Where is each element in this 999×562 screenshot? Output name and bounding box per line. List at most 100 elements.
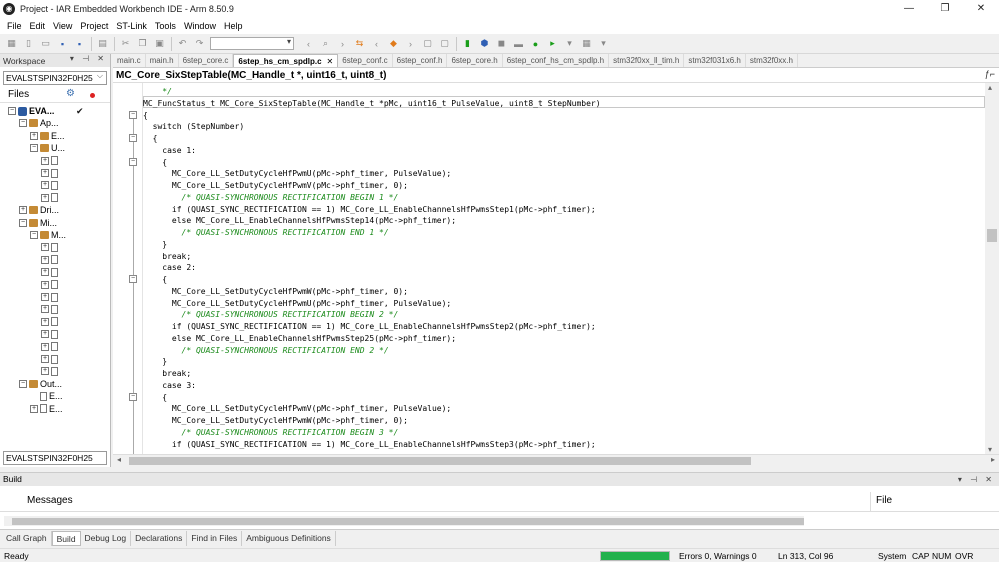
tree-node[interactable]: + — [41, 179, 60, 191]
file-column-header[interactable]: File — [876, 495, 892, 506]
nav-back-icon[interactable]: ‹ — [302, 37, 315, 50]
bottom-tab-declarations[interactable]: Declarations — [131, 530, 188, 546]
print-icon[interactable]: ▤ — [96, 37, 109, 50]
find-icon[interactable]: ⌕ — [319, 37, 332, 50]
function-navigator[interactable]: MC_Core_SixStepTable(MC_Handle_t *, uint… — [113, 68, 999, 83]
code-line[interactable]: { — [143, 133, 158, 145]
code-line[interactable]: case 3: — [143, 380, 196, 392]
code-line[interactable]: case 2: — [143, 262, 196, 274]
make-icon[interactable]: ⬢ — [478, 37, 491, 50]
scroll-up-icon[interactable]: ▴ — [988, 83, 992, 92]
expand-icon[interactable]: + — [41, 330, 49, 339]
tree-node[interactable]: − Ap... — [19, 117, 59, 129]
vertical-scroll-thumb[interactable] — [987, 229, 997, 242]
tree-node[interactable]: + — [41, 291, 60, 303]
fold-toggle-icon[interactable]: − — [129, 110, 137, 119]
tree-node[interactable]: + — [41, 353, 60, 365]
tab-file[interactable]: stm32f0xx_ll_tim.h — [609, 54, 685, 67]
nav-forward-icon[interactable]: › — [336, 37, 349, 50]
expand-icon[interactable]: + — [41, 169, 49, 177]
tree-node[interactable]: + — [41, 279, 60, 291]
tab-file[interactable]: 6step_core.c — [179, 54, 234, 67]
expand-icon[interactable]: + — [41, 156, 49, 165]
code-line[interactable]: break; — [143, 251, 191, 263]
workspace-config-tab[interactable]: EVALSTSPIN32F0H25 — [3, 451, 107, 465]
tab-file[interactable]: 6step_core.h — [447, 54, 503, 67]
bottom-tab-ambiguous-definitions[interactable]: Ambiguous Definitions — [242, 530, 336, 546]
tree-node[interactable]: − EVA... ✔ — [8, 105, 84, 117]
fold-toggle-icon[interactable]: − — [129, 275, 137, 283]
tree-node[interactable]: + — [41, 254, 60, 266]
expand-icon[interactable]: + — [41, 181, 49, 190]
tree-node[interactable]: − U... — [30, 142, 65, 154]
code-line[interactable]: } — [143, 239, 167, 251]
tree-node[interactable]: + Dri... — [19, 204, 59, 216]
menu-file[interactable]: File — [3, 21, 26, 31]
go-forward-icon[interactable]: › — [404, 37, 417, 50]
tab-file[interactable]: main.h — [146, 54, 179, 67]
tree-node[interactable]: + — [41, 241, 60, 253]
horizontal-scroll-thumb[interactable] — [129, 457, 751, 465]
minimize-button[interactable]: — — [891, 0, 927, 17]
tree-node[interactable]: − Mi... — [19, 217, 57, 229]
collapse-icon[interactable]: − — [19, 218, 27, 227]
build-horizontal-scrollbar[interactable] — [4, 516, 804, 526]
tree-node[interactable]: − Out... — [19, 378, 62, 390]
editor-window-controls-icon[interactable]: ƒ⌐ — [985, 69, 995, 79]
compile-icon[interactable]: ▮ — [461, 37, 474, 50]
scroll-right-icon[interactable]: ▸ — [991, 455, 995, 464]
code-line[interactable]: } — [143, 356, 167, 368]
toolbar-overflow-icon[interactable]: ▾ — [597, 37, 610, 50]
expand-icon[interactable]: + — [41, 342, 49, 351]
editor-vertical-scrollbar[interactable]: ▴ ▾ — [985, 83, 999, 454]
code-line[interactable]: if (QUASI_SYNC_RECTIFICATION == 1) MC_Co… — [143, 321, 596, 333]
download-debug-icon[interactable]: ● — [529, 37, 542, 50]
expand-icon[interactable]: + — [41, 367, 49, 376]
expand-icon[interactable]: + — [41, 255, 49, 264]
code-line[interactable]: MC_Core_LL_SetDutyCycleHfPwmU(pMc->phf_t… — [143, 298, 451, 310]
tree-node[interactable]: + — [41, 316, 60, 328]
expand-icon[interactable]: + — [41, 193, 49, 202]
code-line[interactable]: { — [143, 392, 167, 404]
menu-st-link[interactable]: ST-Link — [112, 21, 151, 31]
debug-without-download-icon[interactable]: ▸ — [546, 37, 559, 50]
tab-file[interactable]: 6step_conf.h — [393, 54, 448, 67]
code-line[interactable]: { — [143, 110, 148, 122]
new-workspace-icon[interactable]: ▦ — [5, 37, 18, 50]
restore-button[interactable]: ❐ — [927, 0, 963, 17]
expand-icon[interactable]: + — [41, 268, 49, 277]
dropdown-arrow-icon[interactable]: ▾ — [563, 37, 576, 50]
tab-file[interactable]: 6step_hs_cm_spdlp.c ✕ — [233, 54, 339, 67]
multicore-icon[interactable]: ▦ — [580, 37, 593, 50]
expand-icon[interactable]: + — [41, 305, 49, 314]
close-tab-icon[interactable]: ✕ — [327, 57, 334, 66]
tree-node[interactable]: + E... — [30, 130, 65, 142]
code-editor[interactable]: − − − − − */MC_FuncStatus_t MC_Core_SixStepT… — [113, 83, 985, 454]
tree-node[interactable]: + — [41, 303, 60, 315]
code-line[interactable]: */ — [143, 86, 172, 98]
menu-help[interactable]: Help — [220, 21, 247, 31]
code-line[interactable]: MC_FuncStatus_t MC_Core_SixStepTable(MC_… — [143, 98, 601, 110]
tree-node[interactable]: + E... — [30, 403, 63, 415]
copy-icon[interactable]: ❐ — [136, 37, 149, 50]
tree-node[interactable]: + — [41, 365, 60, 377]
build-scroll-thumb[interactable] — [12, 518, 804, 525]
code-line[interactable]: if (QUASI_SYNC_RECTIFICATION == 1) MC_Co… — [143, 204, 596, 216]
collapse-icon[interactable]: − — [19, 119, 27, 128]
menu-tools[interactable]: Tools — [151, 21, 180, 31]
tree-node[interactable]: + — [41, 266, 60, 278]
tree-node[interactable]: + — [41, 155, 60, 167]
expand-icon[interactable]: + — [41, 243, 49, 252]
tab-file[interactable]: stm32f031x6.h — [684, 54, 746, 67]
configuration-select[interactable]: EVALSTSPIN32F0H25 — [3, 70, 107, 85]
tree-node[interactable]: + — [41, 328, 60, 340]
go-back-icon[interactable]: ‹ — [370, 37, 383, 50]
menu-view[interactable]: View — [49, 21, 76, 31]
menu-window[interactable]: Window — [180, 21, 220, 31]
code-line[interactable]: if (QUASI_SYNC_RECTIFICATION == 1) MC_Co… — [143, 439, 596, 451]
tab-file[interactable]: 6step_conf.c — [338, 54, 393, 67]
fold-toggle-icon[interactable]: − — [129, 392, 137, 401]
expand-icon[interactable]: + — [41, 293, 49, 301]
scroll-left-icon[interactable]: ◂ — [117, 455, 121, 464]
tree-node[interactable]: − M... — [30, 229, 66, 241]
